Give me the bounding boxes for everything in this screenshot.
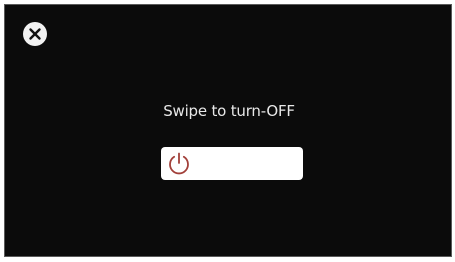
close-icon <box>29 28 41 40</box>
swipe-slider-track[interactable] <box>161 147 303 180</box>
close-button[interactable] <box>23 22 47 46</box>
slider-handle[interactable] <box>165 150 193 177</box>
swipe-prompt: Swipe to turn-OFF <box>163 102 295 120</box>
power-off-screen: Swipe to turn-OFF <box>4 4 452 257</box>
power-icon <box>169 152 189 175</box>
